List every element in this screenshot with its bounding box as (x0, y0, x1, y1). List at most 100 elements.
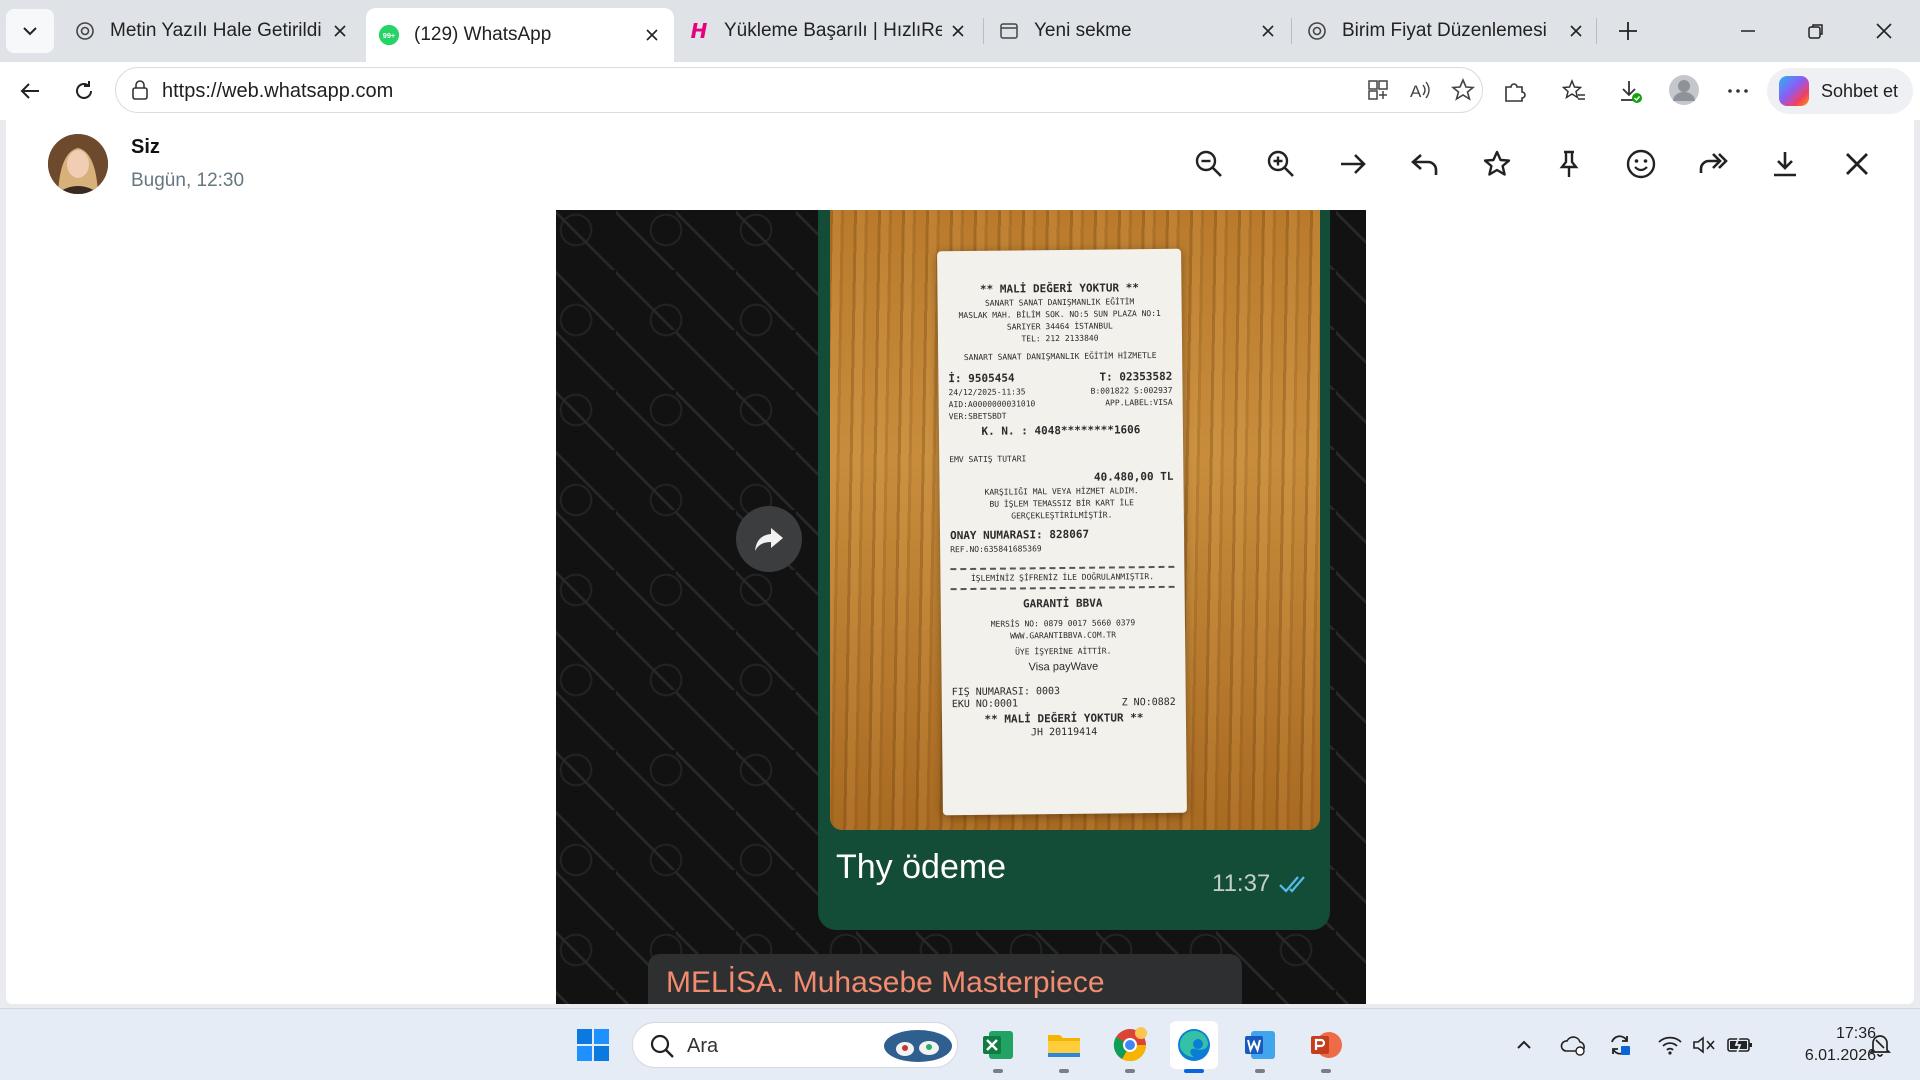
receipt-footer: ** MALİ DEĞERİ YOKTUR ** (984, 711, 1144, 726)
tray-wifi[interactable] (1656, 1031, 1684, 1059)
taskbar-file-explorer[interactable] (1040, 1021, 1088, 1073)
avatar[interactable] (48, 134, 108, 194)
close-icon (1876, 23, 1892, 39)
star-message-button[interactable] (1475, 142, 1519, 186)
receipt-sale-label: EMV SATIŞ TUTARI (949, 454, 1027, 465)
receipt-date: 24/12/2025-11:35 (948, 387, 1026, 398)
zoom-out-button[interactable] (1187, 142, 1231, 186)
receipt-jh: JH 20119414 (1030, 726, 1098, 739)
zoom-in-button[interactable] (1259, 142, 1303, 186)
close-window-button[interactable] (1856, 10, 1912, 52)
favorites-button[interactable] (1554, 71, 1594, 111)
close-icon[interactable] (642, 25, 662, 45)
receipt-header: ** MALİ DEĞERİ YOKTUR ** (979, 281, 1139, 296)
extensions-button[interactable] (1494, 71, 1534, 111)
system-clock[interactable]: 17:36 6.01.2026 (1772, 1023, 1876, 1067)
react-button[interactable] (1619, 142, 1663, 186)
wifi-icon (1658, 1036, 1682, 1055)
tray-overflow-button[interactable] (1510, 1031, 1538, 1059)
address-bar[interactable]: https://web.whatsapp.com A (115, 67, 1483, 113)
go-to-message-button[interactable] (1331, 142, 1375, 186)
download-icon (1621, 81, 1642, 103)
tab-whatsapp[interactable]: 99+ (129) WhatsApp (366, 8, 674, 62)
tray-battery[interactable] (1726, 1031, 1754, 1059)
receipt-line: TEL: 212 2133840 (1021, 333, 1099, 344)
refresh-button[interactable] (64, 71, 104, 111)
favorite-star-icon[interactable] (1450, 77, 1476, 108)
minimize-button[interactable] (1720, 10, 1776, 52)
more-dots-icon (1728, 89, 1748, 93)
svg-text:H: H (691, 20, 708, 42)
pin-message-button[interactable] (1547, 142, 1591, 186)
copilot-label: Sohbet et (1821, 80, 1899, 101)
tab-separator (983, 18, 984, 44)
tab-strip: Metin Yazılı Hale Getirildi 99+ (129) Wh… (0, 0, 1920, 62)
back-button[interactable] (10, 71, 50, 111)
tab-title: Birim Fiyat Düzenlemesi (1342, 20, 1547, 41)
read-aloud-icon[interactable]: A (1408, 78, 1432, 107)
receipt-ref: REF.NO:635841685369 (950, 544, 1042, 555)
close-viewer-button[interactable] (1835, 142, 1879, 186)
tray-onedrive[interactable] (1560, 1031, 1588, 1059)
whatsapp-badge: 99+ (383, 31, 395, 40)
taskbar-chrome[interactable] (1106, 1021, 1154, 1073)
notifications-button[interactable] (1866, 1031, 1894, 1059)
lock-icon[interactable] (130, 79, 150, 106)
hizliresim-icon: H (688, 20, 710, 42)
start-button[interactable] (569, 1021, 617, 1069)
search-icon (649, 1033, 675, 1064)
forward-button[interactable] (1691, 142, 1735, 186)
close-icon[interactable] (1258, 21, 1278, 41)
plus-icon (1619, 22, 1637, 40)
volume-muted-icon (1693, 1036, 1715, 1054)
next-chat-preview: MELİSA. Muhasebe Masterpiece (648, 954, 1242, 1004)
clock-date: 6.01.2026 (1804, 1047, 1876, 1064)
tab-title: (129) WhatsApp (414, 24, 552, 45)
tab-hizliresim[interactable]: H Yükleme Başarılı | HızlıResim (676, 8, 980, 54)
receipt-card-number: K. N. : 4048********1606 (981, 423, 1141, 438)
url-text[interactable]: https://web.whatsapp.com (162, 80, 393, 103)
profile-button[interactable] (1664, 70, 1704, 110)
forward-shortcut-button (736, 506, 802, 572)
tab-metin[interactable]: Metin Yazılı Hale Getirildi (62, 8, 362, 54)
tab-title: Metin Yazılı Hale Getirildi (110, 20, 322, 41)
new-tab-button[interactable] (1600, 10, 1656, 52)
receipt-bank: GARANTİ BBVA (1022, 596, 1103, 611)
download-button[interactable] (1763, 142, 1807, 186)
reply-button[interactable] (1403, 142, 1447, 186)
taskbar-word[interactable] (1236, 1021, 1284, 1073)
receipt-divider (950, 585, 1175, 591)
app-available-icon[interactable] (1366, 78, 1390, 107)
tray-sync[interactable] (1606, 1031, 1634, 1059)
restore-icon (1808, 24, 1823, 39)
more-options-button[interactable] (1718, 71, 1758, 111)
close-icon[interactable] (948, 21, 968, 41)
tab-yeni-sekme[interactable]: Yeni sekme (986, 8, 1290, 54)
taskbar-edge[interactable] (1170, 1021, 1218, 1073)
message-time-text: 11:37 (1212, 870, 1271, 897)
taskbar-powerpoint[interactable] (1302, 1021, 1350, 1073)
tab-birim-fiyat[interactable]: Birim Fiyat Düzenlemesi (1294, 8, 1598, 54)
tray-volume[interactable] (1690, 1031, 1718, 1059)
running-indicator (1059, 1069, 1069, 1073)
downloads-button[interactable] (1610, 71, 1650, 111)
favorites-list-icon (1561, 79, 1585, 100)
close-icon[interactable] (330, 21, 350, 41)
receipt-amount: 40.480,00 TL (1093, 469, 1174, 484)
message-caption: Thy ödeme (836, 848, 1007, 886)
receipt-terminal: T: 02353582 (1099, 369, 1173, 384)
taskbar-search[interactable]: Ara (632, 1022, 958, 1068)
restore-button[interactable] (1788, 10, 1844, 52)
back-arrow-icon (20, 83, 39, 99)
emoji-icon (1626, 149, 1656, 179)
receipt-line: SANART SANAT DANIŞMANLIK EĞİTİM HİZMETLE (963, 351, 1157, 363)
puzzle-icon (1505, 83, 1526, 102)
taskbar-excel[interactable] (974, 1021, 1022, 1073)
receipt-divider (950, 565, 1175, 571)
tab-actions-menu-button[interactable] (6, 9, 54, 53)
copilot-chat-button[interactable]: Sohbet et (1767, 68, 1913, 114)
close-icon[interactable] (1566, 21, 1586, 41)
whatsapp-icon: 99+ (378, 24, 400, 46)
media-image[interactable]: ** MALİ DEĞERİ YOKTUR ** SANART SANAT DA… (556, 210, 1366, 1004)
copilot-icon (1779, 76, 1809, 106)
